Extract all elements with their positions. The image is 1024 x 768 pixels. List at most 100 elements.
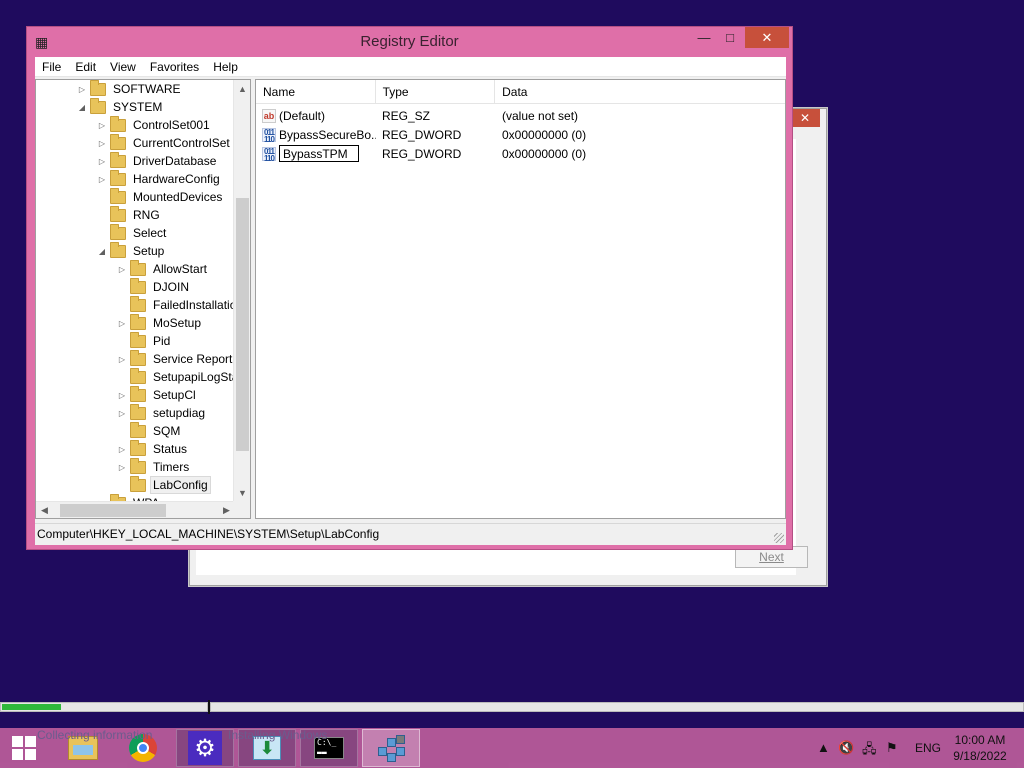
expand-arrow-icon[interactable]: ▷ [116,355,128,364]
column-header-name[interactable]: Name [256,80,376,104]
tree-scroll-thumb[interactable] [236,198,249,451]
key-tree-pane[interactable]: ▷ SOFTWARE ◢ SYSTEM ▷ ControlSet001 ▷ CurrentCo… [35,79,251,519]
expand-arrow-icon[interactable]: ▷ [116,265,128,274]
maximize-button[interactable]: □ [717,27,743,48]
tree-key[interactable]: ▷ CurrentControlSet [96,133,233,152]
tree-key-label: FailedInstallatio [153,298,237,312]
tree-vertical-scrollbar[interactable]: ▲ ▼ [233,80,250,501]
value-name-cell[interactable]: ab (Default) [256,108,376,123]
tree-key[interactable]: RNG [96,205,163,224]
system-clock[interactable]: 10:00 AM 9/18/2022 [944,732,1016,764]
action-center-icon[interactable]: ⚑ [886,740,898,756]
tree-key[interactable]: ▷ SOFTWARE [76,80,184,98]
tree-key[interactable]: ▷ Timers [116,457,192,476]
tree-key[interactable]: SQM [116,421,183,440]
value-name-cell[interactable]: 011 110 BypassSecureBo... [256,127,376,142]
expand-arrow-icon[interactable]: ▷ [96,175,108,184]
tree-key[interactable]: LabConfig [116,475,211,494]
close-button[interactable]: ✕ [745,27,789,48]
tree-key[interactable]: ▷ SetupCl [116,385,199,404]
tree-key[interactable]: ▷ HardwareConfig [96,169,223,188]
tree-key[interactable]: ▷ setupdiag [116,403,208,422]
input-language[interactable]: ENG [915,728,941,768]
tree-key-label: SetupCl [153,388,196,402]
tree-key[interactable]: Select [96,223,169,242]
menu-file[interactable]: File [35,57,68,77]
expand-arrow-icon[interactable]: ▷ [116,445,128,454]
windows-logo-icon [12,736,36,760]
tree-hscroll-thumb[interactable] [60,504,166,517]
expand-arrow-icon[interactable]: ▷ [96,121,108,130]
scroll-up-icon[interactable]: ▲ [234,80,250,97]
tree-key[interactable]: ▷ Service Reportir [116,349,242,368]
tree-key[interactable]: ◢ SYSTEM [76,97,165,116]
value-type: REG_SZ [382,108,431,123]
tree-key-label: CurrentControlSet [133,136,230,150]
folder-icon [110,133,126,150]
tree-key-label: HardwareConfig [133,172,220,186]
tree-key[interactable]: ▷ MoSetup [116,313,204,332]
column-header-type[interactable]: Type [376,80,496,104]
tree-key[interactable]: ▷ ControlSet001 [96,115,213,134]
value-name: (Default) [279,108,326,123]
value-row[interactable]: 011 110 BypassSecureBo... REG_DWORD 0x00000… [256,125,785,144]
folder-icon [90,80,106,96]
value-row[interactable]: 011 110 REG_DWORD 0x00000000 (0) [256,144,785,163]
tree-key[interactable]: Pid [116,331,173,350]
rename-value-input[interactable] [279,145,359,162]
folder-icon [90,97,106,114]
tree-key-label: RNG [133,208,160,222]
folder-icon [130,277,146,294]
expand-arrow-icon[interactable]: ▷ [116,463,128,472]
expand-arrow-icon[interactable]: ▷ [96,157,108,166]
tree-key[interactable]: FailedInstallatio [116,295,239,314]
tree-key[interactable]: ▷ Status [116,439,190,458]
menu-edit[interactable]: Edit [68,57,103,77]
tree-key-label: SQM [153,424,181,438]
tree-key-label: Status [153,442,188,456]
collapse-arrow-icon[interactable]: ◢ [96,247,108,256]
folder-icon [110,151,126,168]
tree-key-label: SOFTWARE [113,82,181,96]
clock-date: 9/18/2022 [953,749,1007,763]
setup-close-button[interactable]: ✕ [790,109,820,127]
tree-key[interactable]: DJOIN [116,277,192,296]
tree-key[interactable]: MountedDevices [96,187,225,206]
tree-key-label: Timers [153,460,190,474]
resize-grip-icon[interactable] [774,533,784,543]
title-bar[interactable]: ▦ Registry Editor — □ ✕ [27,27,792,57]
tree-key[interactable]: ◢ Setup [96,241,167,260]
network-icon[interactable]: 🖧 [862,740,877,762]
tree-key-label: AllowStart [153,262,208,276]
tree-horizontal-scrollbar[interactable]: ◀ ▶ [36,501,235,518]
value-name-cell[interactable]: 011 110 [256,145,376,162]
progress-collecting-fill [2,704,61,710]
menu-favorites[interactable]: Favorites [143,57,206,77]
expand-arrow-icon[interactable]: ▷ [76,85,88,94]
folder-icon [110,223,126,240]
expand-arrow-icon[interactable]: ▷ [116,391,128,400]
tree-key[interactable]: ▷ DriverDatabase [96,151,219,170]
tree-key[interactable]: SetupapiLogStat [116,367,245,386]
column-header-data[interactable]: Data [495,80,785,104]
taskbar-registry-editor[interactable] [362,729,420,767]
menu-help[interactable]: Help [206,57,245,77]
scroll-down-icon[interactable]: ▼ [234,484,250,501]
menu-view[interactable]: View [103,57,143,77]
values-list-pane[interactable]: Name Type Data ab (Default) REG_SZ (value n… [255,79,786,519]
status-bar: Computer\HKEY_LOCAL_MACHINE\SYSTEM\Setup… [35,523,786,545]
expand-arrow-icon[interactable]: ▷ [116,319,128,328]
expand-arrow-icon[interactable]: ▷ [116,409,128,418]
folder-icon [130,349,146,366]
volume-muted-icon[interactable]: 🔇 [838,740,854,756]
minimize-button[interactable]: — [691,27,717,48]
show-hidden-icons-icon[interactable]: ▲ [817,740,830,755]
folder-icon [130,259,146,276]
tree-key-label: Select [133,226,167,240]
value-row[interactable]: ab (Default) REG_SZ (value not set) [256,106,785,125]
tree-key[interactable]: ▷ AllowStart [116,259,210,278]
collapse-arrow-icon[interactable]: ◢ [76,103,88,112]
taskbar-settings[interactable]: ⚙ [176,729,234,767]
scroll-left-icon[interactable]: ◀ [36,502,53,518]
expand-arrow-icon[interactable]: ▷ [96,139,108,148]
